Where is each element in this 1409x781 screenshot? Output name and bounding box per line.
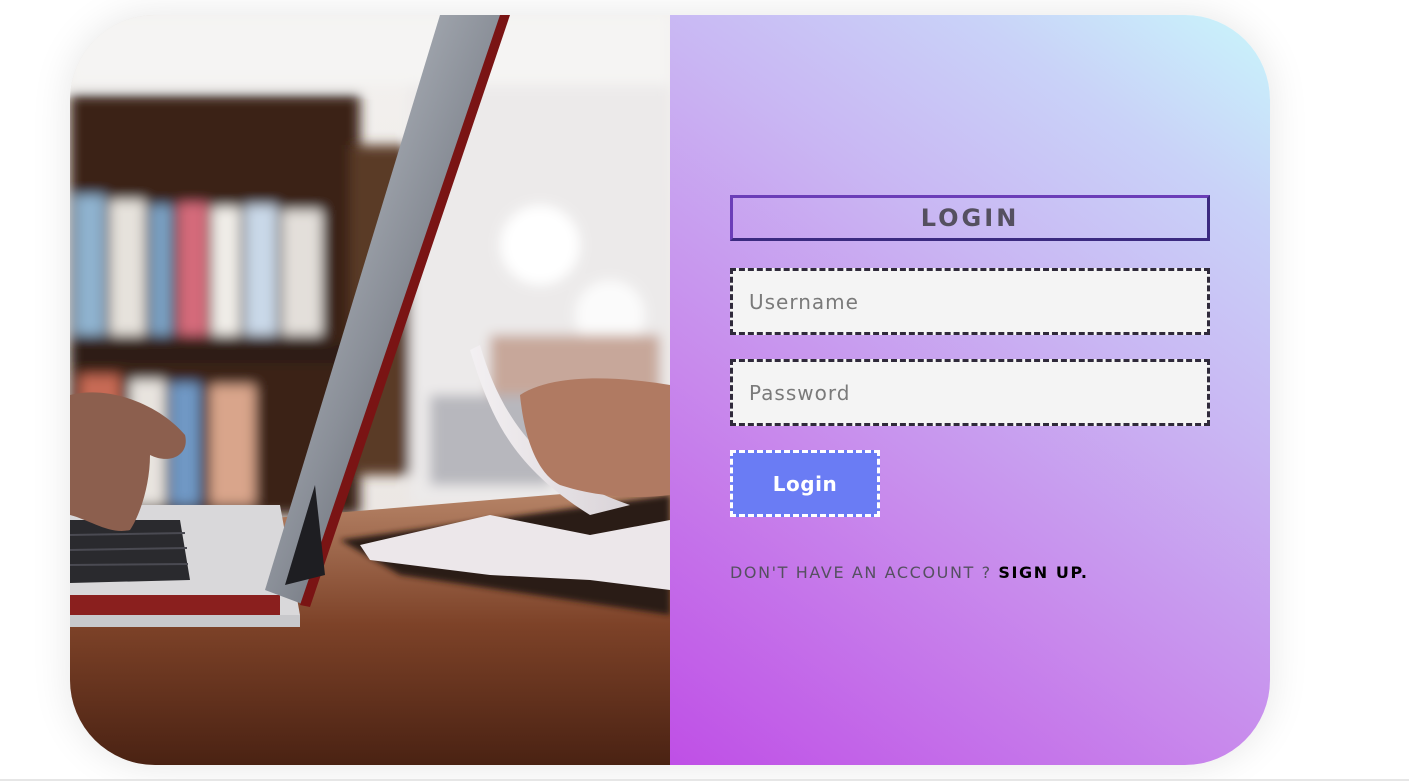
username-input[interactable] [730, 268, 1210, 335]
hero-photo [70, 15, 670, 765]
signup-prompt-line: DON'T HAVE AN ACCOUNT ? SIGN UP. [730, 563, 1210, 582]
signup-prompt-text: DON'T HAVE AN ACCOUNT ? [730, 563, 999, 582]
login-title-box: LOGIN [730, 195, 1210, 241]
login-page: LOGIN Login DON'T HAVE AN ACCOUNT ? SIGN… [0, 0, 1409, 781]
login-form: LOGIN Login DON'T HAVE AN ACCOUNT ? SIGN… [730, 195, 1210, 582]
laptop-and-book-image [70, 15, 670, 765]
login-button[interactable]: Login [730, 450, 880, 517]
password-input[interactable] [730, 359, 1210, 426]
login-title: LOGIN [920, 204, 1020, 232]
login-card: LOGIN Login DON'T HAVE AN ACCOUNT ? SIGN… [70, 15, 1270, 765]
login-panel: LOGIN Login DON'T HAVE AN ACCOUNT ? SIGN… [670, 15, 1270, 765]
signup-link[interactable]: SIGN UP. [998, 563, 1088, 582]
